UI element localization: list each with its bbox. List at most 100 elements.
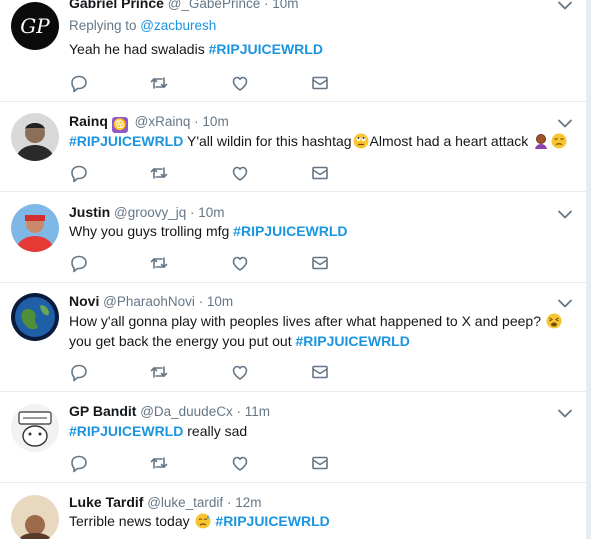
display-name[interactable]: Novi <box>69 293 99 309</box>
sad-sweat-emoji <box>195 513 211 529</box>
message-icon[interactable] <box>310 253 330 273</box>
user-handle[interactable]: @groovy_jq <box>114 205 186 220</box>
separator-dot: · <box>263 0 269 11</box>
tweet-feed: GP Gabriel Prince @_GabePrince · 10m Rep… <box>0 0 586 539</box>
tweet-item[interactable]: Luke Tardif @luke_tardif · 12m Terrible … <box>0 483 586 539</box>
chevron-down-icon[interactable] <box>557 408 573 420</box>
user-handle[interactable]: @_GabePrince <box>168 0 261 11</box>
like-icon[interactable] <box>230 362 250 382</box>
user-handle[interactable]: @PharaohNovi <box>103 294 195 309</box>
like-icon[interactable] <box>230 73 250 93</box>
user-handle[interactable]: @Da_duudeCx <box>140 404 233 419</box>
hashtag-link[interactable]: #RIPJUICEWRLD <box>215 513 329 529</box>
facepalm-emoji <box>535 134 548 149</box>
tweet-text-part: Y'all wildin for this hashtag <box>183 133 352 149</box>
tweet-actions <box>69 73 369 93</box>
message-icon[interactable] <box>310 362 330 382</box>
like-icon[interactable] <box>230 163 250 183</box>
tweet-item[interactable]: GP Bandit @Da_duudeCx · 11m #RIPJUICEWRL… <box>0 392 586 483</box>
chevron-down-icon[interactable] <box>557 209 573 221</box>
tweet-actions <box>69 253 369 273</box>
retweet-icon[interactable] <box>149 163 169 183</box>
tweet-text: #RIPJUICEWRLD really sad <box>69 421 579 441</box>
retweet-icon[interactable] <box>149 453 169 473</box>
hashtag-link[interactable]: #RIPJUICEWRLD <box>233 223 347 239</box>
display-name[interactable]: Justin <box>69 204 110 220</box>
tweet-item[interactable]: GP Gabriel Prince @_GabePrince · 10m Rep… <box>0 0 586 102</box>
display-name[interactable]: Luke Tardif <box>69 494 143 510</box>
tweet-text: Terrible news today #RIPJUICEWRLD <box>69 511 579 531</box>
timestamp[interactable]: 11m <box>245 404 270 419</box>
display-name[interactable]: GP Bandit <box>69 403 136 419</box>
avatar[interactable] <box>11 204 59 252</box>
tweet-header: Justin @groovy_jq · 10m <box>69 204 225 220</box>
eye-roll-emoji <box>353 133 369 149</box>
hashtag-link[interactable]: #RIPJUICEWRLD <box>69 423 183 439</box>
tweet-actions <box>69 362 369 382</box>
avatar-monogram: GP <box>20 14 50 38</box>
user-handle[interactable]: @xRainq <box>135 114 191 129</box>
hashtag-link[interactable]: #RIPJUICEWRLD <box>209 41 323 57</box>
avatar[interactable] <box>11 113 59 161</box>
replying-to-label: Replying to <box>69 18 141 33</box>
separator-dot: · <box>198 294 204 309</box>
tweet-item[interactable]: Justin @groovy_jq · 10m Why you guys tro… <box>0 192 586 283</box>
like-icon[interactable] <box>230 253 250 273</box>
message-icon[interactable] <box>310 453 330 473</box>
retweet-icon[interactable] <box>149 73 169 93</box>
user-handle[interactable]: @luke_tardif <box>147 495 223 510</box>
timestamp[interactable]: 10m <box>207 294 233 309</box>
display-name[interactable]: Rainq <box>69 113 108 129</box>
tweet-text-part: Almost had a heart attack <box>369 133 529 149</box>
avatar[interactable]: GP <box>11 2 59 50</box>
tweet-text: How y'all gonna play with peoples lives … <box>69 311 579 351</box>
message-icon[interactable] <box>310 73 330 93</box>
avatar[interactable] <box>11 495 59 539</box>
tweet-text: Yeah he had swaladis #RIPJUICEWRLD <box>69 39 579 59</box>
tweet-text-part: Yeah he had swaladis <box>69 41 209 57</box>
tweet-text-part: really sad <box>183 423 248 439</box>
tweet-header: Gabriel Prince @_GabePrince · 10m <box>69 0 299 11</box>
like-icon[interactable] <box>230 453 250 473</box>
tweet-text: #RIPJUICEWRLD Y'all wildin for this hash… <box>69 131 579 151</box>
tweet-header: GP Bandit @Da_duudeCx · 11m <box>69 403 270 419</box>
separator-dot: · <box>190 205 195 220</box>
reply-icon[interactable] <box>69 253 89 273</box>
separator-dot: · <box>236 404 241 419</box>
separator-dot: · <box>226 495 232 510</box>
reply-icon[interactable] <box>69 73 89 93</box>
chevron-down-icon[interactable] <box>557 298 573 310</box>
tweet-text-part: you get back the energy you put out <box>69 333 296 349</box>
separator-dot: · <box>194 114 199 129</box>
chevron-down-icon[interactable] <box>557 0 573 12</box>
avatar[interactable] <box>11 293 59 341</box>
chevron-down-icon[interactable] <box>557 118 573 130</box>
retweet-icon[interactable] <box>149 362 169 382</box>
timestamp[interactable]: 10m <box>198 205 224 220</box>
retweet-icon[interactable] <box>149 253 169 273</box>
timestamp[interactable]: 10m <box>272 0 298 11</box>
tweet-text-part: How y'all gonna play with peoples lives … <box>69 313 541 329</box>
tweet-actions <box>69 453 369 473</box>
tweet-text-part: Why you guys trolling mfg <box>69 223 234 239</box>
display-name[interactable]: Gabriel Prince <box>69 0 164 11</box>
tweet-actions <box>69 163 369 183</box>
tweet-header: Luke Tardif @luke_tardif · 12m <box>69 494 261 510</box>
tweet-header: Novi @PharaohNovi · 10m <box>69 293 233 309</box>
reply-icon[interactable] <box>69 362 89 382</box>
reply-icon[interactable] <box>69 163 89 183</box>
avatar[interactable] <box>11 404 59 452</box>
scrollbar[interactable] <box>586 0 591 539</box>
replying-to-handle[interactable]: @zacburesh <box>140 18 216 33</box>
unamused-emoji <box>551 133 567 149</box>
replying-to-line: Replying to @zacburesh <box>69 18 216 33</box>
hashtag-link[interactable]: #RIPJUICEWRLD <box>296 333 410 349</box>
timestamp[interactable]: 12m <box>235 495 261 510</box>
timestamp[interactable]: 10m <box>202 114 228 129</box>
tweet-item[interactable]: Novi @PharaohNovi · 10m How y'all gonna … <box>0 283 586 392</box>
message-icon[interactable] <box>310 163 330 183</box>
tired-emoji <box>546 313 562 329</box>
reply-icon[interactable] <box>69 453 89 473</box>
hashtag-link[interactable]: #RIPJUICEWRLD <box>69 133 183 149</box>
tweet-item[interactable]: Rainq ♋ @xRainq · 10m #RIPJUICEWRLD Y'all… <box>0 101 586 192</box>
